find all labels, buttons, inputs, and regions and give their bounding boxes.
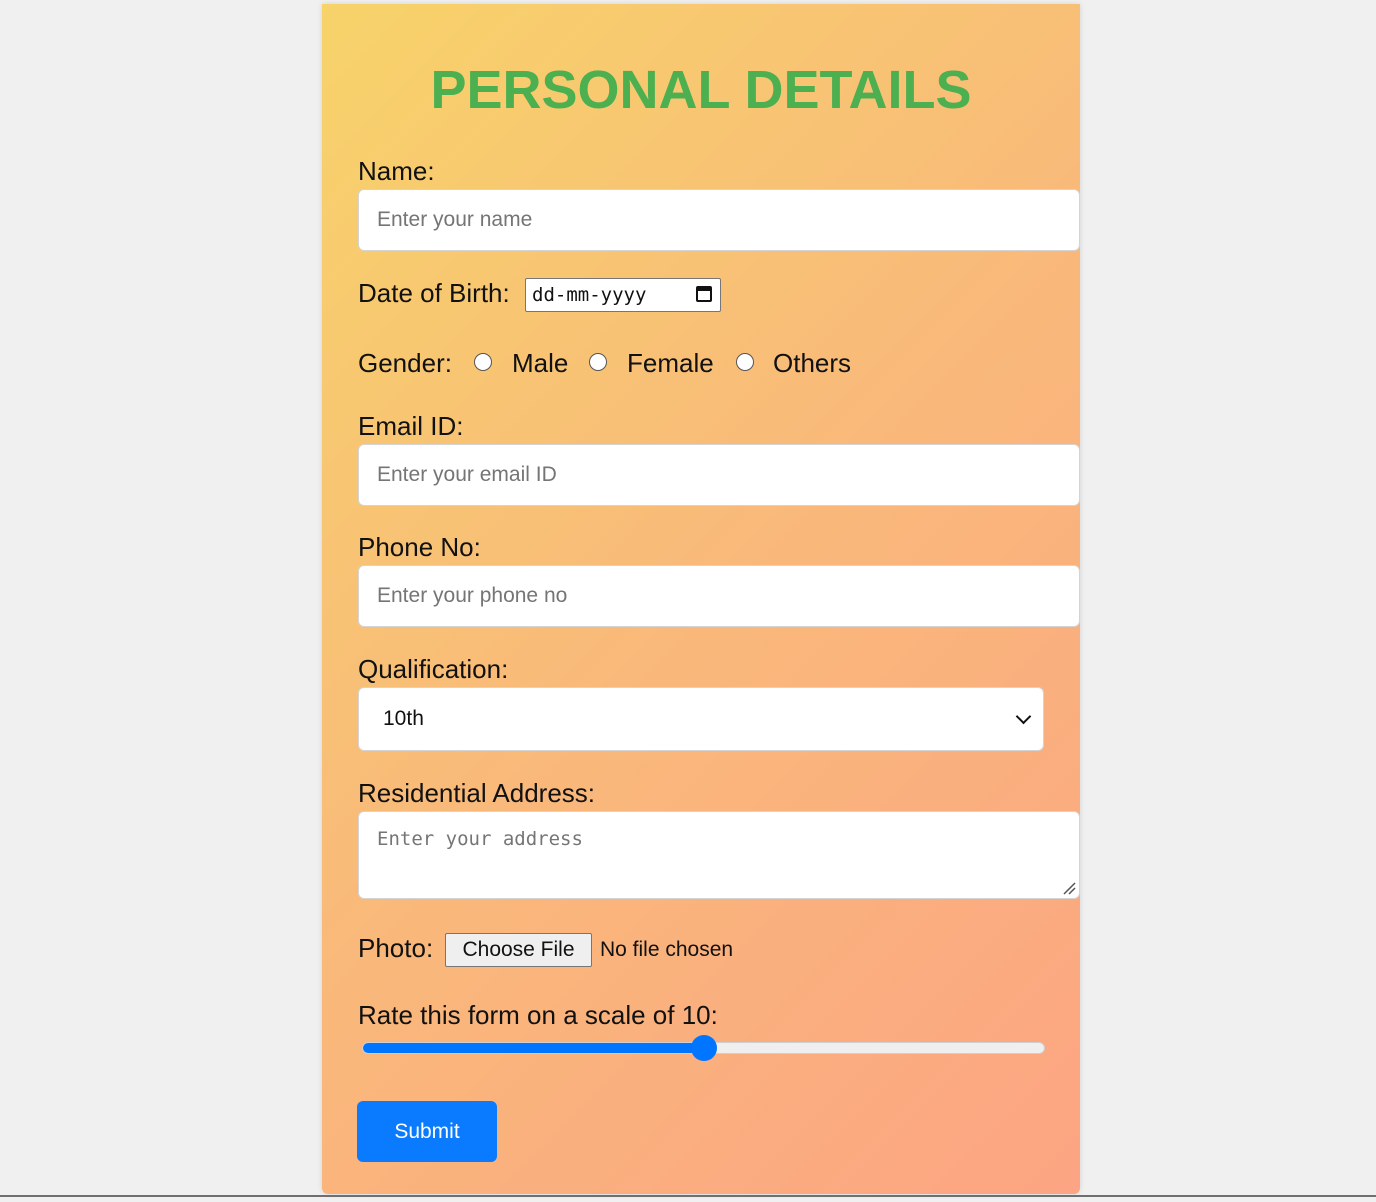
submit-button[interactable]: Submit <box>357 1101 497 1162</box>
dob-label: Date of Birth: <box>358 278 510 308</box>
resize-grip-icon[interactable] <box>1062 881 1076 895</box>
address-placeholder: Enter your address <box>377 828 583 850</box>
address-label: Residential Address: <box>358 778 596 808</box>
name-input[interactable] <box>358 189 1080 251</box>
qualification-label: Qualification: <box>358 654 509 684</box>
page-title: PERSONAL DETAILS <box>430 60 972 120</box>
gender-label: Gender: <box>358 348 452 378</box>
gender-radio-male[interactable] <box>474 353 492 371</box>
name-label: Name: <box>358 156 435 186</box>
photo-label: Photo: <box>358 933 434 963</box>
divider <box>0 1195 1376 1197</box>
gender-radio-others[interactable] <box>736 353 754 371</box>
rating-slider-thumb[interactable] <box>690 1035 717 1061</box>
file-status: No file chosen <box>600 938 734 961</box>
gender-radio-female[interactable] <box>589 353 607 371</box>
gender-option-female[interactable]: Female <box>627 348 714 378</box>
rating-label: Rate this form on a scale of 10: <box>358 1000 718 1030</box>
address-textarea[interactable]: Enter your address <box>358 811 1080 899</box>
dob-value: dd-mm-yyyy <box>532 284 647 306</box>
rating-slider-fill <box>363 1043 705 1053</box>
calendar-icon[interactable] <box>696 286 712 302</box>
qualification-select[interactable]: 10th <box>358 687 1044 751</box>
gender-option-male[interactable]: Male <box>512 348 568 378</box>
qualification-value: 10th <box>383 707 424 730</box>
gender-option-others[interactable]: Others <box>773 348 851 378</box>
choose-file-button[interactable]: Choose File <box>445 933 592 967</box>
form-card: PERSONAL DETAILS Name: Date of Birth: dd… <box>322 4 1080 1194</box>
phone-input[interactable] <box>358 565 1080 627</box>
chevron-down-icon <box>1015 708 1032 725</box>
phone-label: Phone No: <box>358 532 481 562</box>
email-input[interactable] <box>358 444 1080 506</box>
page: PERSONAL DETAILS Name: Date of Birth: dd… <box>0 0 1376 1202</box>
email-label: Email ID: <box>358 411 464 441</box>
dob-input[interactable]: dd-mm-yyyy <box>525 278 721 312</box>
